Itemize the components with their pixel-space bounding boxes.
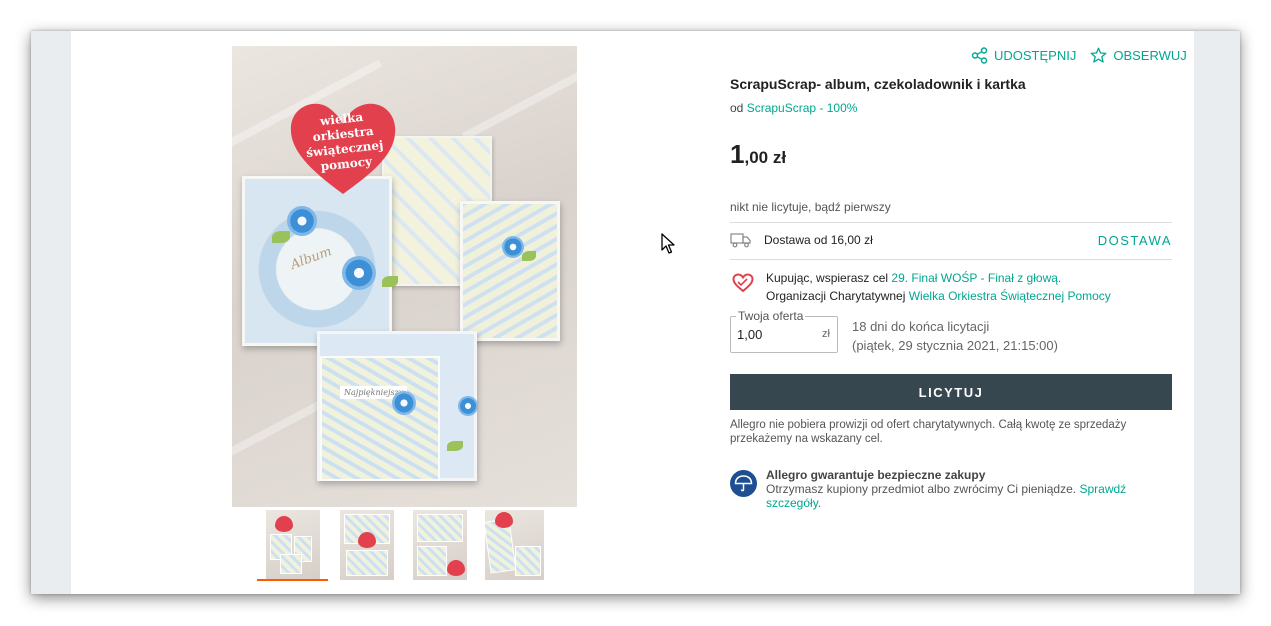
photo-leaf: [272, 231, 290, 243]
header-actions: UDOSTĘPNIJ OBSERWUJ: [971, 47, 1187, 64]
no-fee-notice: Allegro nie pobiera prowizji od ofert ch…: [730, 419, 1127, 445]
offer-currency: zł: [822, 328, 830, 340]
bid-button[interactable]: LICYTUJ: [730, 374, 1172, 410]
price: 1,00 zł: [730, 139, 786, 170]
seller-info: od ScrapuScrap - 100%: [730, 101, 857, 115]
thumbnail-3[interactable]: [413, 510, 467, 580]
thumbnail-strip: [257, 510, 557, 582]
charity-heart-icon: [732, 273, 754, 293]
active-thumbnail-indicator: [257, 579, 328, 581]
delivery-row: Dostawa od 16,00 zł DOSTAWA: [730, 229, 1172, 251]
photo-leaf: [447, 441, 463, 451]
price-integer: 1: [730, 139, 745, 169]
thumb-heart: [358, 532, 376, 548]
share-label: UDOSTĘPNIJ: [994, 48, 1077, 63]
photo-texture: [461, 46, 577, 141]
charity-cause-prefix: Kupując, wspierasz cel: [766, 271, 889, 285]
charity-line-2: Organizacji Charytatywnej Wielka Orkiest…: [766, 287, 1111, 305]
delivery-link[interactable]: DOSTAWA: [1098, 233, 1172, 248]
photo-card: Najpiękniejszy: [320, 356, 440, 481]
seller-link[interactable]: ScrapuScrap - 100%: [747, 101, 858, 115]
auction-time-left: 18 dni do końca licytacji (piątek, 29 st…: [852, 317, 1058, 355]
offer-field: Twoja oferta zł: [730, 309, 838, 353]
offer-field-label: Twoja oferta: [736, 309, 806, 323]
thumb-item: [280, 554, 302, 574]
delivery-truck-icon: [730, 233, 751, 248]
charity-text: Kupując, wspierasz cel 29. Finał WOŚP - …: [766, 269, 1111, 305]
mouse-cursor-icon: [661, 233, 675, 254]
umbrella-icon: [730, 470, 757, 497]
charity-cause-link[interactable]: 29. Finał WOŚP - Finał z głową.: [891, 271, 1061, 285]
time-left-text: 18 dni do końca licytacji: [852, 319, 990, 334]
charity-org-prefix: Organizacji Charytatywnej: [766, 289, 906, 303]
photo-flower: [502, 236, 524, 258]
share-icon: [971, 47, 988, 64]
guarantee-description: Otrzymasz kupiony przedmiot albo zwrócim…: [766, 482, 1077, 496]
thumbnail-2[interactable]: [340, 510, 394, 580]
photo-flower: [458, 396, 478, 416]
main-product-photo[interactable]: Album wielka orkiestra świątecznej pomoc…: [232, 46, 577, 507]
photo-flower: [392, 391, 416, 415]
guarantee-title: Allegro gwarantuje bezpieczne zakupy: [766, 468, 986, 482]
photo-chocolate-box: [460, 201, 560, 341]
photo-flower: [287, 206, 317, 236]
delivery-text: Dostawa od 16,00 zł: [764, 233, 873, 247]
thumb-item: [417, 514, 463, 542]
offer-input[interactable]: [737, 327, 807, 342]
umbrella-icon-graphic: [734, 475, 753, 492]
photo-leaf: [522, 251, 536, 261]
thumb-heart: [447, 560, 465, 576]
heart-text: wielka orkiestra świątecznej pomocy: [287, 107, 401, 178]
divider: [730, 222, 1172, 223]
bid-status: nikt nie licytuje, bądź pierwszy: [730, 200, 891, 214]
product-title: ScrapuScrap- album, czekoladownik i kart…: [730, 76, 1026, 92]
charity-org-link[interactable]: Wielka Orkiestra Świątecznej Pomocy: [909, 289, 1111, 303]
guarantee-text: Otrzymasz kupiony przedmiot albo zwrócim…: [766, 482, 1172, 510]
thumbnail-1[interactable]: [266, 510, 320, 580]
charity-line-1: Kupując, wspierasz cel 29. Finał WOŚP - …: [766, 269, 1111, 287]
photo-leaf: [382, 276, 398, 287]
thumb-item: [417, 546, 447, 576]
watch-label: OBSERWUJ: [1113, 48, 1187, 63]
auction-end-date: (piątek, 29 stycznia 2021, 21:15:00): [852, 338, 1058, 353]
share-button[interactable]: UDOSTĘPNIJ: [971, 47, 1076, 64]
thumb-item: [346, 550, 388, 576]
thumb-item: [515, 546, 541, 576]
product-page: Album wielka orkiestra świątecznej pomoc…: [71, 31, 1194, 594]
divider: [730, 259, 1172, 260]
price-decimal: ,00 zł: [744, 148, 787, 167]
watch-button[interactable]: OBSERWUJ: [1090, 47, 1187, 64]
photo-flower: [342, 256, 376, 290]
thumb-heart: [495, 512, 513, 528]
thumbnail-4[interactable]: [485, 510, 544, 580]
star-icon: [1090, 47, 1107, 63]
album-script-text: Album: [288, 244, 334, 273]
thumb-heart: [275, 516, 293, 532]
seller-prefix: od: [730, 101, 744, 115]
